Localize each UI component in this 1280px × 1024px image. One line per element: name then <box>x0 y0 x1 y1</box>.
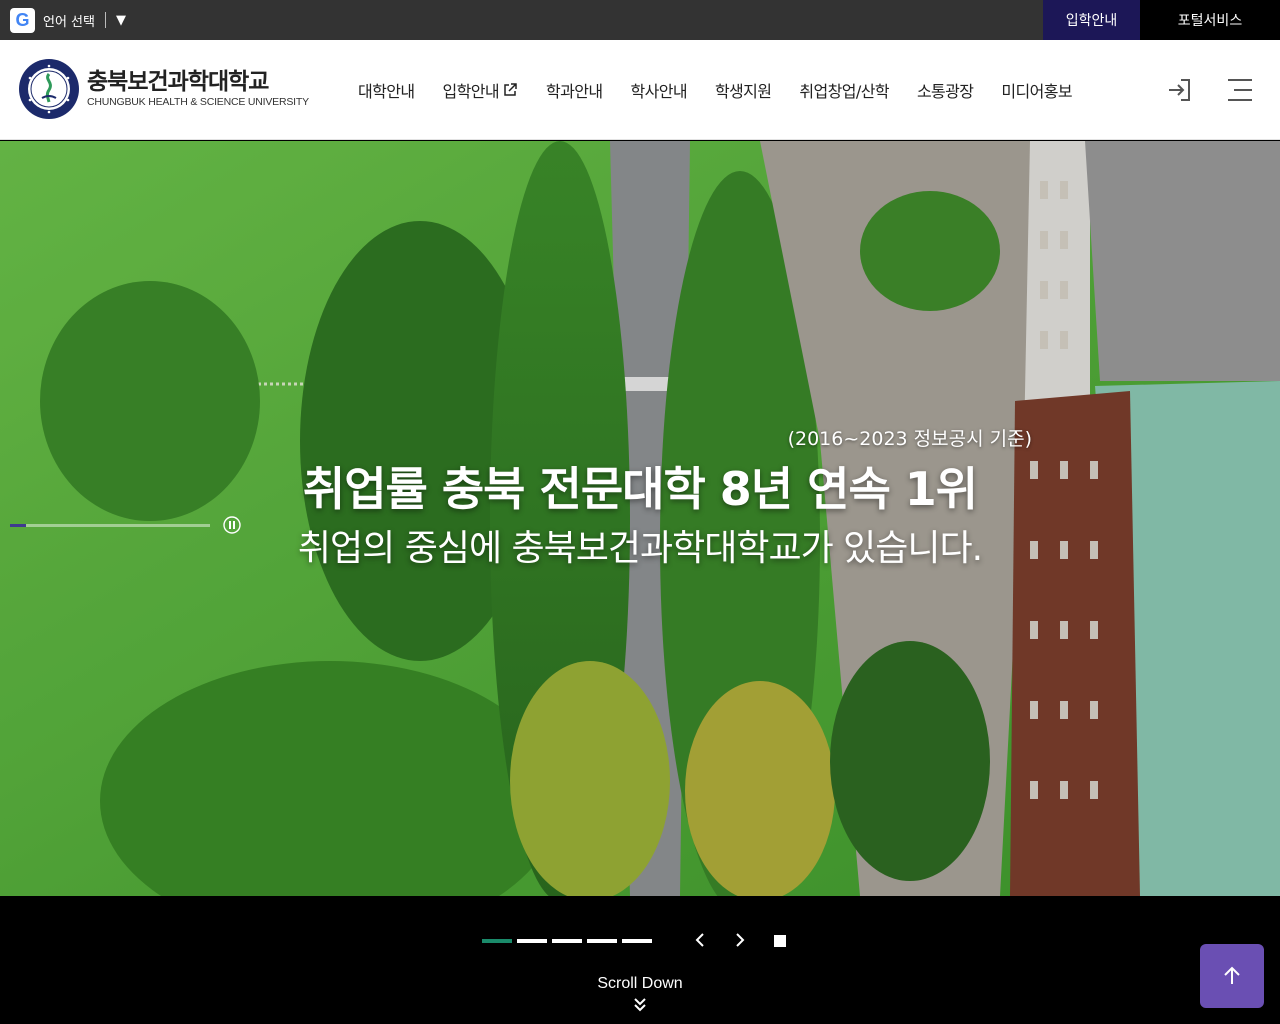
stop-slide-button[interactable] <box>774 935 786 947</box>
divider <box>104 12 106 28</box>
top-admission-link[interactable]: 입학안내 <box>1043 0 1140 40</box>
login-icon[interactable] <box>1166 76 1194 104</box>
slider-controls: Scroll Down <box>0 896 1280 1024</box>
external-link-icon <box>504 83 517 96</box>
hamburger-menu-icon[interactable] <box>1226 77 1254 103</box>
nav-employment-startup[interactable]: 취업창업/산학 <box>799 78 889 102</box>
nav-media[interactable]: 미디어홍보 <box>1001 78 1072 102</box>
arrow-up-icon <box>1224 966 1240 984</box>
top-utility-bar: G 언어 선택 ▼ 입학안내 포털서비스 <box>0 0 1280 40</box>
google-translate-icon: G <box>10 7 35 33</box>
slide-dot[interactable] <box>517 939 547 943</box>
hero-title: 취업률 충북 전문대학 8년 연속 1위 <box>302 462 978 516</box>
nav-academic-affairs[interactable]: 학사안내 <box>630 78 687 102</box>
prev-slide-icon[interactable] <box>692 931 708 949</box>
double-chevron-down-icon[interactable] <box>632 997 648 1013</box>
slide-pagination <box>482 939 657 943</box>
video-progress-bar[interactable] <box>10 524 210 527</box>
video-pause-icon[interactable] <box>223 516 241 534</box>
site-header: 충북보건과학대학교 CHUNGBUK HEALTH & SCIENCE UNIV… <box>0 40 1280 140</box>
slide-dot[interactable] <box>622 939 652 943</box>
nav-departments[interactable]: 학과안내 <box>546 78 603 102</box>
slide-dot[interactable] <box>482 939 512 943</box>
caret-down-icon[interactable]: ▼ <box>116 13 126 28</box>
slide-dot[interactable] <box>552 939 582 943</box>
university-emblem-icon <box>19 59 79 119</box>
nav-student-support[interactable]: 학생지원 <box>715 78 772 102</box>
university-logo[interactable]: 충북보건과학대학교 CHUNGBUK HEALTH & SCIENCE UNIV… <box>18 58 309 120</box>
language-label: 언어 선택 <box>43 14 95 30</box>
back-to-top-button[interactable] <box>1200 944 1264 1008</box>
nav-university-info[interactable]: 대학안내 <box>358 78 415 102</box>
video-progress-fill <box>10 524 26 527</box>
next-slide-icon[interactable] <box>732 931 748 949</box>
main-navigation: 대학안내 입학안내 학과안내 학사안내 학생지원 취업창업/산학 소통광장 미디… <box>344 40 1086 140</box>
language-selector[interactable]: G 언어 선택 ▼ <box>10 6 126 34</box>
logo-english-name: CHUNGBUK HEALTH & SCIENCE UNIVERSITY <box>87 96 309 108</box>
nav-admission-label: 입학안내 <box>442 82 499 101</box>
hero-slider: (2016~2023 정보공시 기준) 취업률 충북 전문대학 8년 연속 1위… <box>0 141 1280 896</box>
portal-service-link[interactable]: 포털서비스 <box>1140 0 1280 40</box>
logo-korean-name: 충북보건과학대학교 <box>87 69 269 95</box>
scroll-down-label[interactable]: Scroll Down <box>0 975 1280 993</box>
hero-note: (2016~2023 정보공시 기준) <box>787 428 1032 450</box>
nav-admission[interactable]: 입학안내 <box>442 78 517 102</box>
nav-community[interactable]: 소통광장 <box>917 78 974 102</box>
slide-dot[interactable] <box>587 939 617 943</box>
